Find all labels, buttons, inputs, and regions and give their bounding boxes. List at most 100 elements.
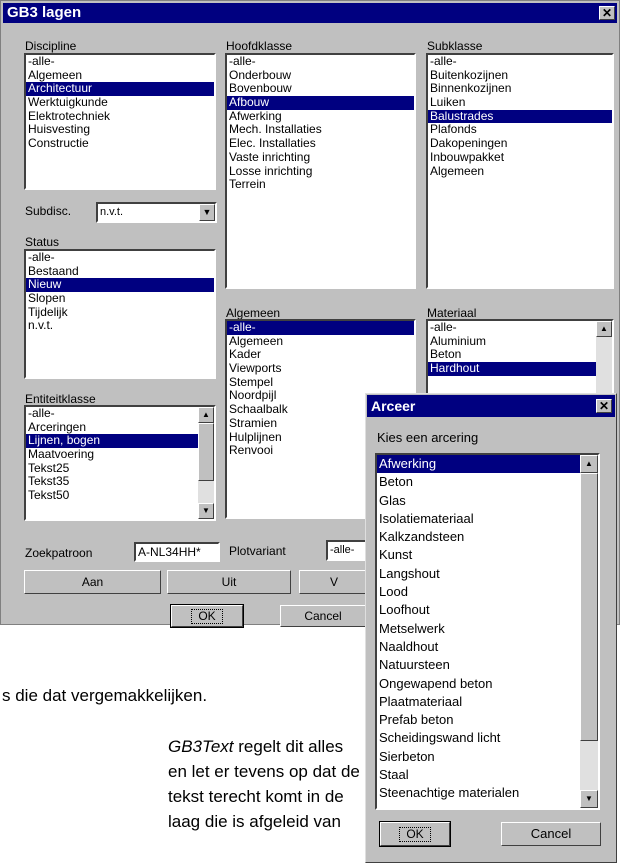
list-item[interactable]: Prefab beton	[377, 711, 598, 729]
list-item[interactable]: Loofhout	[377, 601, 598, 619]
scroll-up-arrow-icon[interactable]: ▲	[198, 407, 214, 423]
list-item[interactable]: Scheidingswand licht	[377, 729, 598, 747]
list-item[interactable]: Constructie	[26, 136, 214, 151]
list-item[interactable]: -alle-	[428, 55, 612, 69]
hoofdklasse-list[interactable]: -alle- Onderbouw Bovenbouw Afbouw Afwerking M…	[225, 53, 416, 289]
list-item[interactable]: Natuursteen	[377, 656, 598, 674]
list-item[interactable]: Staal	[377, 766, 598, 784]
chevron-down-icon[interactable]: ▼	[199, 204, 215, 221]
list-item[interactable]: Algemeen	[26, 68, 214, 83]
list-item[interactable]: Kader	[227, 348, 414, 362]
third-action-button[interactable]: V	[299, 570, 369, 594]
materiaal-scrollbar[interactable]: ▲	[596, 321, 612, 395]
list-item[interactable]: Hardhout	[428, 361, 612, 376]
scroll-down-arrow-icon[interactable]: ▼	[580, 790, 598, 808]
subklasse-list[interactable]: -alle- Buitenkozijnen Binnenkozijnen Luiken…	[426, 53, 614, 289]
list-item[interactable]: Afwerking	[227, 109, 414, 124]
materiaal-list[interactable]: -alle- Aluminium Beton Hardhout ▲	[426, 319, 614, 397]
list-item[interactable]: Lood	[377, 583, 598, 601]
scroll-up-arrow-icon[interactable]: ▲	[580, 455, 598, 473]
list-item[interactable]: n.v.t.	[26, 319, 214, 333]
list-item[interactable]: Tijdelijk	[26, 305, 214, 320]
list-item[interactable]: Steenachtige materialen	[377, 784, 598, 802]
list-item[interactable]: Stempel	[227, 375, 414, 390]
list-item[interactable]: Kalkzandsteen	[377, 528, 598, 546]
list-item[interactable]: Tekst25	[26, 461, 214, 476]
list-item[interactable]: Isolatiemateriaal	[377, 510, 598, 528]
list-item[interactable]: Aluminium	[428, 334, 612, 349]
list-item[interactable]: Vaste inrichting	[227, 150, 414, 165]
list-item[interactable]: Plafonds	[428, 123, 612, 137]
list-item[interactable]: Elec. Installaties	[227, 136, 414, 151]
arceer-list[interactable]: Afwerking Beton Glas Isolatiemateriaal Kalkz…	[375, 453, 600, 810]
list-item[interactable]: Sierbeton	[377, 748, 598, 766]
list-item[interactable]: Onderbouw	[227, 68, 414, 83]
status-list[interactable]: -alle- Bestaand Nieuw Slopen Tijdelijk n.v.t.	[24, 249, 216, 379]
list-item[interactable]: Langshout	[377, 565, 598, 583]
discipline-label: Discipline	[25, 39, 77, 53]
list-item[interactable]: -alle-	[227, 55, 414, 69]
list-item[interactable]: Viewports	[227, 361, 414, 376]
list-item[interactable]: Metselwerk	[377, 620, 598, 638]
ok-label: OK	[191, 609, 223, 624]
zoekpatroon-input[interactable]: A-NL34HH*	[134, 542, 220, 562]
list-item[interactable]: Tekst35	[26, 475, 214, 489]
arceer-cancel-button[interactable]: Cancel	[501, 822, 601, 846]
list-item[interactable]: Huisvesting	[26, 123, 214, 137]
list-item[interactable]: Naaldhout	[377, 638, 598, 656]
close-icon[interactable]: ✕	[599, 6, 615, 20]
list-item[interactable]: Glas	[377, 492, 598, 510]
list-item[interactable]: Plaatmateriaal	[377, 693, 598, 711]
list-item[interactable]: Luiken	[428, 95, 612, 110]
list-item[interactable]: Lijnen, bogen	[26, 434, 214, 449]
arceer-ok-button[interactable]: OK	[379, 821, 451, 847]
plotvariant-label: Plotvariant	[229, 544, 286, 558]
list-item[interactable]: Ongewapend beton	[377, 675, 598, 693]
list-item[interactable]: Architectuur	[26, 82, 214, 97]
list-item[interactable]: Dakopeningen	[428, 136, 612, 151]
list-item[interactable]: Afwerking	[377, 455, 598, 474]
list-item[interactable]: Bestaand	[26, 264, 214, 279]
cancel-button[interactable]: Cancel	[280, 605, 366, 627]
plotvariant-value: -alle-	[330, 544, 355, 556]
list-item[interactable]: Losse inrichting	[227, 164, 414, 179]
list-item[interactable]: Inbouwpakket	[428, 150, 612, 165]
list-item[interactable]: -alle-	[26, 55, 214, 69]
subdisc-select[interactable]: n.v.t. ▼	[96, 202, 217, 223]
scroll-up-arrow-icon[interactable]: ▲	[596, 321, 612, 337]
list-item[interactable]: Nieuw	[26, 278, 214, 293]
list-item[interactable]: -alle-	[428, 321, 612, 335]
list-item[interactable]: Kunst	[377, 546, 598, 564]
entiteitklasse-list[interactable]: -alle- Arceringen Lijnen, bogen Maatvoering…	[24, 405, 216, 521]
list-item[interactable]: Binnenkozijnen	[428, 82, 612, 96]
close-icon[interactable]: ✕	[596, 399, 612, 413]
list-item[interactable]: Beton	[377, 473, 598, 491]
entiteitklasse-scrollbar[interactable]: ▲ ▼	[198, 407, 214, 519]
list-item[interactable]: Maatvoering	[26, 447, 214, 462]
list-item[interactable]: Terrein	[227, 177, 414, 192]
aan-button[interactable]: Aan	[24, 570, 161, 594]
list-item[interactable]: -alle-	[26, 251, 214, 265]
list-item[interactable]: Mech. Installaties	[227, 123, 414, 137]
uit-button[interactable]: Uit	[167, 570, 291, 594]
list-item[interactable]: Algemeen	[428, 164, 612, 179]
arceer-scrollbar[interactable]: ▲ ▼	[580, 455, 598, 808]
scroll-down-arrow-icon[interactable]: ▼	[198, 503, 214, 519]
list-item[interactable]: Algemeen	[227, 334, 414, 349]
list-item[interactable]: -alle-	[227, 321, 414, 335]
list-item[interactable]: Tekst50	[26, 488, 214, 503]
scroll-thumb[interactable]	[198, 423, 214, 481]
list-item[interactable]: Bovenbouw	[227, 82, 414, 96]
list-item[interactable]: Beton	[428, 348, 612, 362]
list-item[interactable]: Arceringen	[26, 420, 214, 435]
list-item[interactable]: -alle-	[26, 407, 214, 421]
list-item[interactable]: Buitenkozijnen	[428, 68, 612, 83]
list-item[interactable]: Slopen	[26, 291, 214, 306]
list-item[interactable]: Werktuigkunde	[26, 95, 214, 110]
list-item[interactable]: Afbouw	[227, 95, 414, 110]
list-item[interactable]: Balustrades	[428, 109, 612, 124]
scroll-thumb[interactable]	[580, 473, 598, 741]
ok-button[interactable]: OK	[170, 604, 244, 628]
discipline-list[interactable]: -alle- Algemeen Architectuur Werktuigkunde E…	[24, 53, 216, 190]
list-item[interactable]: Elektrotechniek	[26, 109, 214, 124]
